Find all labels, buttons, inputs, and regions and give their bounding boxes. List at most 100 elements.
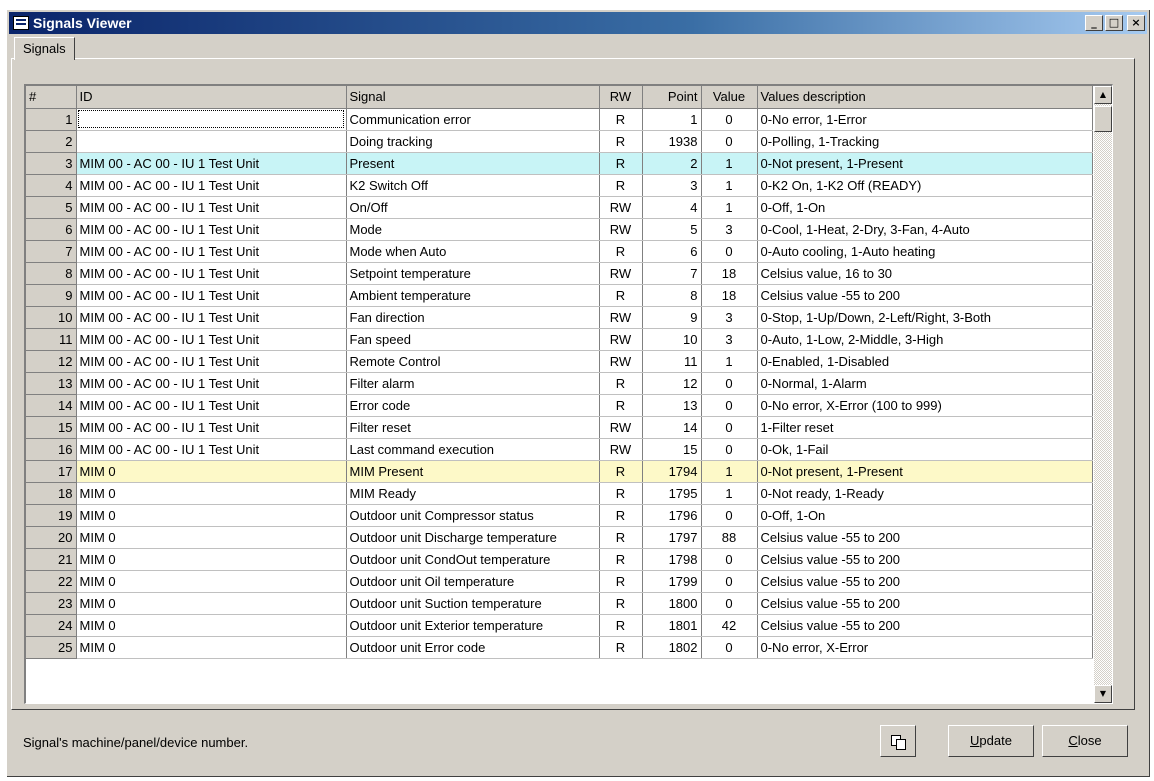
cell-number[interactable]: 4 (26, 174, 77, 197)
table-row[interactable]: 8 MIM 00 - AC 00 - IU 1 Test Unit Setpoint… (26, 262, 1093, 285)
cell-signal[interactable]: Outdoor unit Discharge temperature (346, 526, 600, 549)
cell-signal[interactable]: Filter alarm (346, 372, 600, 395)
cell-values-description[interactable]: 0-Off, 1-On (757, 196, 1093, 219)
cell-id[interactable]: MIM 00 - AC 00 - IU 1 Test Unit (76, 196, 347, 219)
cell-rw[interactable]: R (599, 372, 643, 395)
cell-values-description[interactable]: 0-Off, 1-On (757, 504, 1093, 527)
cell-rw[interactable]: R (599, 526, 643, 549)
scrollbar-thumb[interactable] (1094, 106, 1112, 132)
cell-rw[interactable]: R (599, 174, 643, 197)
cell-value[interactable]: 88 (701, 526, 758, 549)
cell-point[interactable]: 9 (642, 306, 702, 329)
cell-rw[interactable]: R (599, 284, 643, 307)
cell-point[interactable]: 15 (642, 438, 702, 461)
cell-number[interactable]: 24 (26, 614, 77, 637)
cell-rw[interactable]: R (599, 504, 643, 527)
cell-number[interactable]: 16 (26, 438, 77, 461)
cell-point[interactable]: 13 (642, 394, 702, 417)
cell-values-description[interactable]: Celsius value -55 to 200 (757, 592, 1093, 615)
cell-signal[interactable]: Outdoor unit Oil temperature (346, 570, 600, 593)
cell-point[interactable]: 1802 (642, 636, 702, 659)
cell-number[interactable]: 5 (26, 196, 77, 219)
cell-value[interactable]: 0 (701, 548, 758, 571)
table-row[interactable]: 17 MIM 0 MIM Present R 1794 1 0-Not present, 1… (26, 460, 1093, 483)
cell-point[interactable]: 1 (642, 108, 702, 131)
cell-rw[interactable]: RW (599, 328, 643, 351)
cell-value[interactable]: 1 (701, 152, 758, 175)
cell-id[interactable]: MIM 0 (76, 548, 347, 571)
cell-id[interactable]: MIM 0 (76, 636, 347, 659)
table-row[interactable]: 5 MIM 00 - AC 00 - IU 1 Test Unit On/Off RW… (26, 196, 1093, 219)
scroll-up-arrow-icon[interactable]: ▲ (1094, 86, 1112, 104)
cell-id[interactable]: MIM 00 - AC 00 - IU 1 Test Unit (76, 350, 347, 373)
cell-id[interactable]: MIM 00 - AC 00 - IU 1 Test Unit (76, 394, 347, 417)
cell-id[interactable]: MIM 0 (76, 592, 347, 615)
cell-rw[interactable]: R (599, 130, 643, 153)
cell-number[interactable]: 9 (26, 284, 77, 307)
cell-values-description[interactable]: 1-Filter reset (757, 416, 1093, 439)
table-row[interactable]: 20 MIM 0 Outdoor unit Discharge temperatur… (26, 526, 1093, 549)
cell-values-description[interactable]: Celsius value -55 to 200 (757, 570, 1093, 593)
cell-rw[interactable]: RW (599, 416, 643, 439)
column-header-id[interactable]: ID (76, 86, 347, 109)
cell-value[interactable]: 18 (701, 284, 758, 307)
cell-id[interactable]: MIM 00 - AC 00 - IU 1 Test Unit (76, 174, 347, 197)
cell-id[interactable]: MIM 0 (76, 460, 347, 483)
cell-signal[interactable]: Error code (346, 394, 600, 417)
cell-values-description[interactable]: 0-Not ready, 1-Ready (757, 482, 1093, 505)
cell-number[interactable]: 21 (26, 548, 77, 571)
cell-number[interactable]: 18 (26, 482, 77, 505)
minimize-button[interactable]: _ (1085, 15, 1103, 31)
cell-number[interactable]: 20 (26, 526, 77, 549)
cell-id[interactable] (76, 108, 347, 131)
table-row[interactable]: 18 MIM 0 MIM Ready R 1795 1 0-Not ready, 1-Rea… (26, 482, 1093, 505)
cell-rw[interactable]: R (599, 570, 643, 593)
cell-rw[interactable]: RW (599, 306, 643, 329)
cell-number[interactable]: 6 (26, 218, 77, 241)
cell-values-description[interactable]: 0-Normal, 1-Alarm (757, 372, 1093, 395)
cell-rw[interactable]: RW (599, 196, 643, 219)
cell-signal[interactable]: On/Off (346, 196, 600, 219)
table-row[interactable]: 7 MIM 00 - AC 00 - IU 1 Test Unit Mode whe… (26, 240, 1093, 263)
cell-signal[interactable]: Setpoint temperature (346, 262, 600, 285)
cell-value[interactable]: 0 (701, 504, 758, 527)
cell-point[interactable]: 1799 (642, 570, 702, 593)
cell-point[interactable]: 3 (642, 174, 702, 197)
cell-number[interactable]: 19 (26, 504, 77, 527)
table-row[interactable]: 25 MIM 0 Outdoor unit Error code R 1802 0 0-No… (26, 636, 1093, 659)
cell-signal[interactable]: Mode (346, 218, 600, 241)
cell-signal[interactable]: Doing tracking (346, 130, 600, 153)
update-button[interactable]: Update (948, 725, 1034, 757)
cell-rw[interactable]: R (599, 482, 643, 505)
cell-signal[interactable]: Fan direction (346, 306, 600, 329)
cell-point[interactable]: 12 (642, 372, 702, 395)
cell-values-description[interactable]: 0-Enabled, 1-Disabled (757, 350, 1093, 373)
cell-id[interactable]: MIM 0 (76, 570, 347, 593)
cell-signal[interactable]: Outdoor unit Exterior temperature (346, 614, 600, 637)
column-header-values-description[interactable]: Values description (757, 86, 1093, 109)
cell-signal[interactable]: Fan speed (346, 328, 600, 351)
table-row[interactable]: 3 MIM 00 - AC 00 - IU 1 Test Unit Present R… (26, 152, 1093, 175)
table-row[interactable]: 9 MIM 00 - AC 00 - IU 1 Test Unit Ambient … (26, 284, 1093, 307)
cell-id[interactable]: MIM 00 - AC 00 - IU 1 Test Unit (76, 284, 347, 307)
cell-id[interactable]: MIM 00 - AC 00 - IU 1 Test Unit (76, 218, 347, 241)
cell-id[interactable]: MIM 00 - AC 00 - IU 1 Test Unit (76, 306, 347, 329)
cell-point[interactable]: 1798 (642, 548, 702, 571)
cell-id[interactable]: MIM 00 - AC 00 - IU 1 Test Unit (76, 328, 347, 351)
cell-point[interactable]: 1794 (642, 460, 702, 483)
close-button[interactable]: Close (1042, 725, 1128, 757)
table-row[interactable]: 1 Communication error R 1 0 0-No error, 1-Err… (26, 108, 1093, 131)
cell-value[interactable]: 18 (701, 262, 758, 285)
cell-value[interactable]: 1 (701, 482, 758, 505)
cell-value[interactable]: 0 (701, 416, 758, 439)
cell-number[interactable]: 14 (26, 394, 77, 417)
signals-grid[interactable]: # ID Signal RW Point Value Values descri… (24, 84, 1113, 704)
cell-number[interactable]: 17 (26, 460, 77, 483)
cell-rw[interactable]: RW (599, 262, 643, 285)
cell-number[interactable]: 12 (26, 350, 77, 373)
cell-signal[interactable]: MIM Present (346, 460, 600, 483)
cell-rw[interactable]: RW (599, 438, 643, 461)
scroll-down-arrow-icon[interactable]: ▼ (1094, 685, 1112, 703)
cell-signal[interactable]: Communication error (346, 108, 600, 131)
cell-number[interactable]: 11 (26, 328, 77, 351)
